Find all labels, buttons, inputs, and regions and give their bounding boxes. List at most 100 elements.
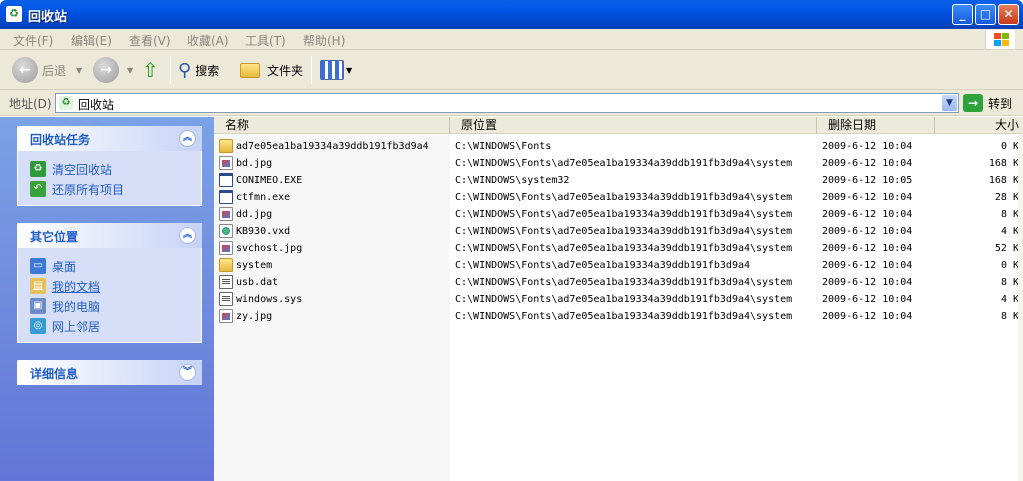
forward-button[interactable]: → ▼ [93, 55, 133, 85]
file-size: 0 K [1000, 141, 1019, 152]
column-date[interactable]: 删除日期 [817, 117, 935, 134]
file-size: 168 K [988, 175, 1019, 186]
file-size: 8 K [1000, 311, 1019, 322]
column-size[interactable]: 大小 [935, 117, 1023, 134]
back-arrow-icon: ← [12, 57, 38, 83]
collapse-chevron-icon[interactable]: ︽ [179, 227, 196, 244]
recycle-tasks-header[interactable]: 回收站任务 ︽ [17, 126, 202, 151]
file-row[interactable]: CONIMEO.EXE C:\WINDOWS\system32 2009-6-12 … [214, 172, 1023, 189]
restore-all-link[interactable]: ↶ 还原所有项目 [30, 179, 201, 199]
menu-file[interactable]: 文件(F) [13, 32, 53, 49]
file-date: 2009-6-12 10:04 [822, 141, 913, 152]
go-label: 转到 [988, 96, 1013, 111]
up-arrow-icon: ⇧ [142, 58, 159, 82]
file-row[interactable]: windows.sys C:\WINDOWS\Fonts\ad7e05ea1ba1… [214, 291, 1023, 308]
menu-edit[interactable]: 编辑(E) [71, 32, 112, 49]
exe-file-icon [219, 173, 233, 187]
window-title: 回收站 [28, 10, 68, 25]
file-origin: C:\WINDOWS\Fonts\ad7e05ea1ba19334a39ddb1… [455, 209, 793, 220]
image-file-icon [219, 241, 233, 255]
other-places-header[interactable]: 其它位置 ︽ [17, 223, 202, 248]
views-button[interactable]: ▼ [320, 55, 352, 85]
file-date: 2009-6-12 10:04 [822, 260, 913, 271]
minimize-button[interactable]: _ [952, 4, 973, 25]
chevron-down-icon: ▼ [76, 65, 83, 75]
file-row[interactable]: svchost.jpg C:\WINDOWS\Fonts\ad7e05ea1ba1… [214, 240, 1023, 257]
file-list: 名称 原位置 删除日期 大小 ad7e05ea1ba19334a39ddb191… [214, 117, 1023, 481]
expand-chevron-icon[interactable]: ︾ [179, 364, 196, 381]
file-row[interactable]: ctfmn.exe C:\WINDOWS\Fonts\ad7e05ea1ba193… [214, 189, 1023, 206]
details-header[interactable]: 详细信息 ︾ [17, 360, 202, 385]
vertical-scrollbar[interactable] [1018, 134, 1023, 481]
image-file-icon [219, 309, 233, 323]
menu-view[interactable]: 查看(V) [129, 32, 171, 49]
other-places-title: 其它位置 [30, 230, 79, 244]
file-date: 2009-6-12 10:04 [822, 294, 913, 305]
file-size: 8 K [1000, 277, 1019, 288]
folders-button[interactable]: 文件夹 [240, 55, 303, 85]
address-value: 回收站 [78, 98, 115, 112]
recycle-tasks-panel: 回收站任务 ︽ ♻ 清空回收站 ↶ 还原所有项目 [17, 126, 202, 206]
desktop-link[interactable]: ▭ 桌面 [30, 256, 201, 276]
search-button[interactable]: ⚲ 搜索 [178, 55, 219, 85]
file-size: 4 K [1000, 226, 1019, 237]
file-row[interactable]: dd.jpg C:\WINDOWS\Fonts\ad7e05ea1ba19334a… [214, 206, 1023, 223]
menu-favorites[interactable]: 收藏(A) [187, 32, 229, 49]
file-row[interactable]: bd.jpg C:\WINDOWS\Fonts\ad7e05ea1ba19334a… [214, 155, 1023, 172]
address-label: 地址(D) [9, 97, 52, 111]
column-name[interactable]: 名称 [214, 117, 450, 134]
sysfile-file-icon [219, 275, 233, 289]
menu-help[interactable]: 帮助(H) [303, 32, 345, 49]
folder-file-icon [219, 139, 233, 153]
file-size: 168 K [988, 158, 1019, 169]
image-file-icon [219, 207, 233, 221]
recycle-tasks-title: 回收站任务 [30, 133, 91, 147]
file-row[interactable]: ad7e05ea1ba19334a39ddb191fb3d9a4 C:\WINDO… [214, 138, 1023, 155]
maximize-button[interactable]: □ [975, 4, 996, 25]
sysfile-file-icon [219, 292, 233, 306]
file-name: ctfmn.exe [236, 192, 291, 203]
windows-logo-icon [985, 30, 1015, 49]
file-date: 2009-6-12 10:04 [822, 158, 913, 169]
back-label: 后退 [42, 63, 67, 78]
exe-file-icon [219, 190, 233, 204]
recycle-bin-icon: ♻ [6, 6, 22, 22]
file-row[interactable]: KB930.vxd C:\WINDOWS\Fonts\ad7e05ea1ba193… [214, 223, 1023, 240]
my-computer-link[interactable]: ▣ 我的电脑 [30, 296, 201, 316]
column-origin[interactable]: 原位置 [450, 117, 817, 134]
address-dropdown-icon[interactable]: ▼ [942, 95, 957, 111]
search-icon: ⚲ [178, 59, 192, 81]
network-places-link[interactable]: ◎ 网上邻居 [30, 316, 201, 336]
file-row[interactable]: zy.jpg C:\WINDOWS\Fonts\ad7e05ea1ba19334a… [214, 308, 1023, 325]
file-date: 2009-6-12 10:04 [822, 226, 913, 237]
address-bar: 地址(D) ♻ 回收站 ▼ → 转到 [0, 90, 1023, 116]
file-date: 2009-6-12 10:05 [822, 175, 913, 186]
address-input[interactable]: ♻ 回收站 ▼ [55, 93, 959, 113]
menu-tools[interactable]: 工具(T) [245, 32, 286, 49]
file-row[interactable]: system C:\WINDOWS\Fonts\ad7e05ea1ba19334a… [214, 257, 1023, 274]
my-documents-link[interactable]: ▤ 我的文档 [30, 276, 201, 296]
go-button[interactable]: → 转到 [963, 93, 1012, 113]
search-label: 搜索 [195, 63, 220, 78]
desktop-icon: ▭ [30, 258, 46, 274]
title-bar[interactable]: ♻ 回收站 _ □ ✕ [0, 0, 1023, 29]
file-size: 52 K [994, 243, 1019, 254]
file-date: 2009-6-12 10:04 [822, 192, 913, 203]
file-name: zy.jpg [236, 311, 273, 322]
other-places-panel: 其它位置 ︽ ▭ 桌面 ▤ 我的文档 ▣ 我的电脑 ◎ 网上邻居 [17, 223, 202, 343]
details-title: 详细信息 [30, 367, 79, 381]
collapse-chevron-icon[interactable]: ︽ [179, 130, 196, 147]
empty-recycle-bin-link[interactable]: ♻ 清空回收站 [30, 159, 201, 179]
back-button[interactable]: ← 后退 ▼ [12, 55, 82, 85]
toolbar: ← 后退 ▼ → ▼ ⇧ ⚲ 搜索 文件夹 ▼ [0, 50, 1023, 90]
folder-file-icon [219, 258, 233, 272]
details-panel: 详细信息 ︾ [17, 360, 202, 385]
vxd-file-icon [219, 224, 233, 238]
close-button[interactable]: ✕ [998, 4, 1019, 25]
file-origin: C:\WINDOWS\Fonts\ad7e05ea1ba19334a39ddb1… [455, 260, 751, 271]
up-folder-button[interactable]: ⇧ [142, 55, 159, 85]
file-name: windows.sys [236, 294, 303, 305]
views-icon [320, 60, 344, 80]
file-row[interactable]: usb.dat C:\WINDOWS\Fonts\ad7e05ea1ba19334… [214, 274, 1023, 291]
file-origin: C:\WINDOWS\Fonts\ad7e05ea1ba19334a39ddb1… [455, 158, 793, 169]
